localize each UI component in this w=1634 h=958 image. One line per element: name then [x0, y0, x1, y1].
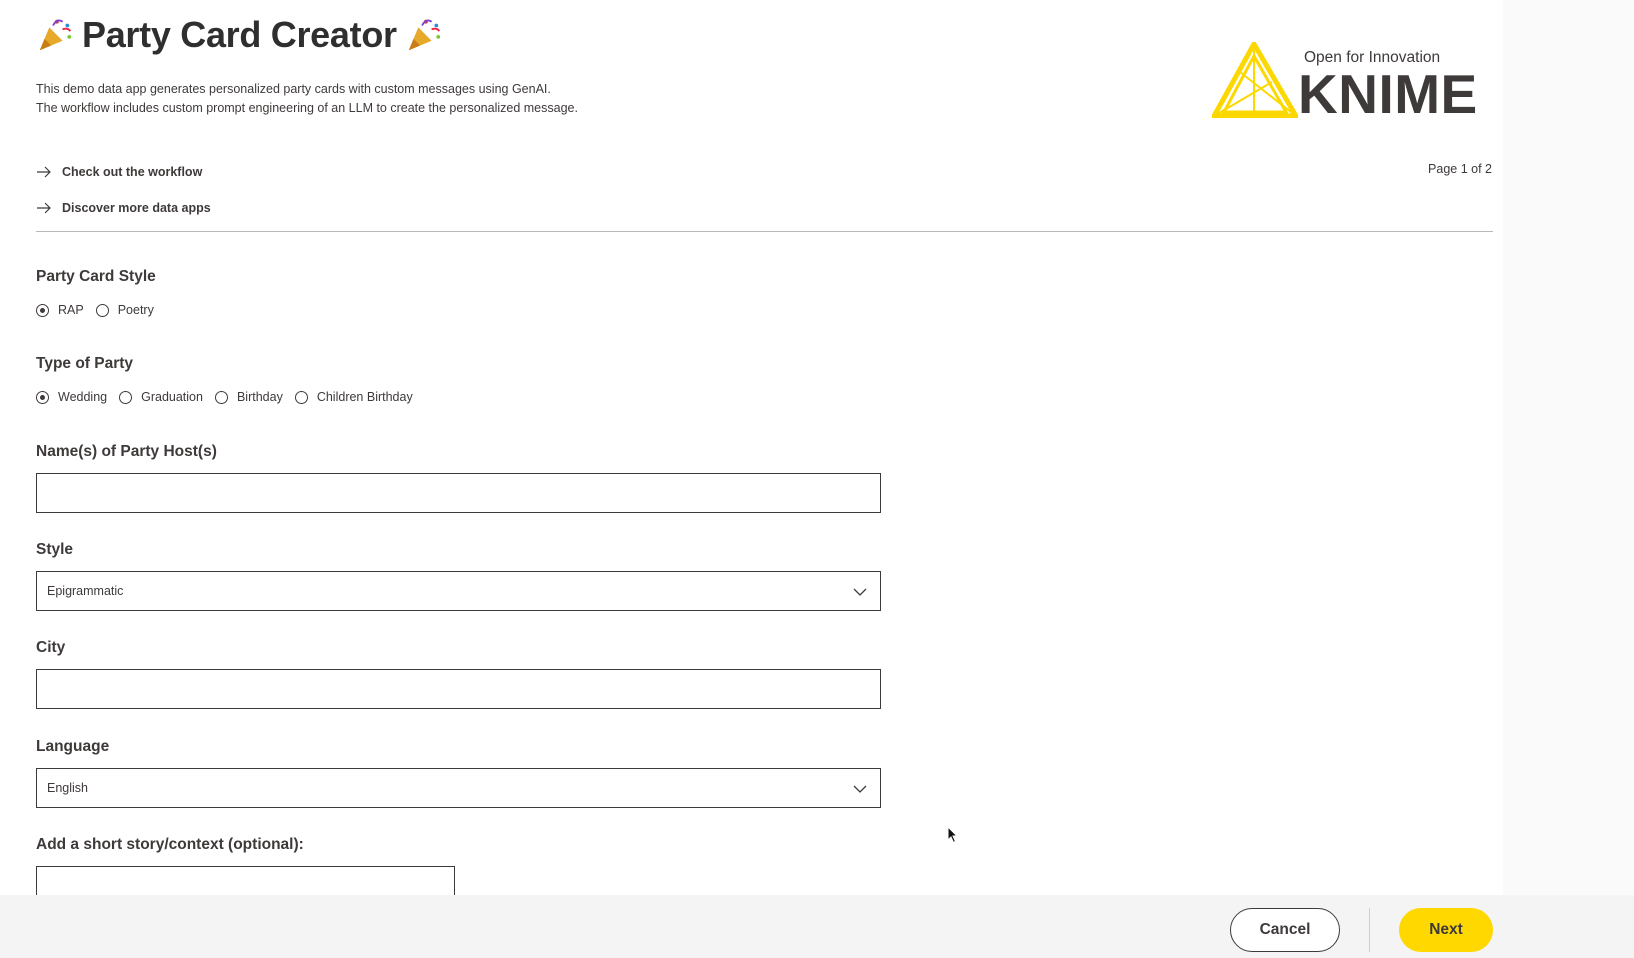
city-input[interactable] [47, 670, 880, 708]
language-selected-value: English [47, 781, 88, 795]
description-line: This demo data app generates personalize… [36, 82, 551, 96]
header-divider [36, 231, 1493, 232]
page-side-strip [1503, 0, 1634, 895]
party-type-radio-group: Wedding Graduation Birthday Children Bir… [36, 390, 413, 404]
language-label: Language [36, 738, 110, 755]
radio-label: Wedding [58, 390, 108, 404]
chevron-down-icon [853, 588, 867, 596]
radio-button[interactable] [294, 390, 308, 404]
description-line: The workflow includes custom prompt engi… [36, 101, 578, 115]
more-apps-link-label: Discover more data apps [62, 201, 211, 215]
data-app-page: Party Card Creator This demo data app ge… [0, 0, 1634, 958]
footer-separator [1369, 908, 1370, 952]
radio-button[interactable] [119, 390, 133, 404]
page-title: Party Card Creator [82, 14, 397, 55]
style-label: Style [36, 541, 74, 558]
radio-label: Graduation [141, 390, 203, 404]
footer-bar [0, 895, 1634, 958]
card-style-label: Party Card Style [36, 268, 156, 285]
radio-button-checked[interactable] [36, 390, 49, 404]
party-type-label: Type of Party [36, 355, 134, 372]
hosts-label: Name(s) of Party Host(s) [36, 443, 217, 460]
workflow-link[interactable]: Check out the workflow [36, 165, 202, 179]
page-indicator: Page 1 of 2 [1428, 162, 1492, 176]
radio-option-rap[interactable]: RAP [36, 303, 84, 317]
mouse-pointer-icon [947, 826, 959, 844]
cancel-button[interactable]: Cancel [1230, 908, 1340, 952]
arrow-right-icon [37, 202, 51, 214]
radio-button[interactable] [214, 390, 228, 404]
more-apps-link[interactable]: Discover more data apps [36, 201, 211, 215]
radio-button-checked[interactable] [36, 303, 49, 317]
arrow-right-icon [37, 166, 51, 178]
chevron-down-icon [853, 785, 867, 793]
language-dropdown[interactable]: English [36, 768, 881, 808]
style-dropdown[interactable]: Epigrammatic [36, 571, 881, 611]
radio-option-poetry[interactable]: Poetry [95, 303, 154, 317]
hosts-input[interactable] [47, 474, 880, 512]
knime-triangle-icon [1212, 42, 1298, 118]
radio-button[interactable] [95, 303, 109, 317]
city-field[interactable] [36, 669, 881, 709]
logo-wordmark: KNIME [1298, 63, 1478, 125]
radio-option-children-birthday[interactable]: Children Birthday [294, 390, 413, 404]
radio-label: RAP [58, 303, 84, 317]
story-label: Add a short story/context (optional): [36, 836, 304, 853]
city-label: City [36, 639, 66, 656]
radio-option-graduation[interactable]: Graduation [119, 390, 203, 404]
card-style-radio-group: RAP Poetry [36, 303, 154, 317]
workflow-link-label: Check out the workflow [62, 165, 203, 179]
radio-option-birthday[interactable]: Birthday [214, 390, 283, 404]
radio-label: Birthday [236, 390, 283, 404]
hosts-field[interactable] [36, 473, 881, 513]
page-header: Party Card Creator [36, 10, 443, 60]
party-popper-icon [408, 19, 440, 51]
knime-logo: Open for Innovation KNIME [1212, 42, 1486, 124]
radio-label: Poetry [117, 303, 154, 317]
party-popper-icon [39, 19, 72, 51]
app-description: This demo data app generates personalize… [36, 80, 578, 118]
radio-option-wedding[interactable]: Wedding [36, 390, 107, 404]
style-selected-value: Epigrammatic [47, 584, 124, 598]
radio-label: Children Birthday [316, 390, 413, 404]
next-button[interactable]: Next [1399, 908, 1493, 952]
